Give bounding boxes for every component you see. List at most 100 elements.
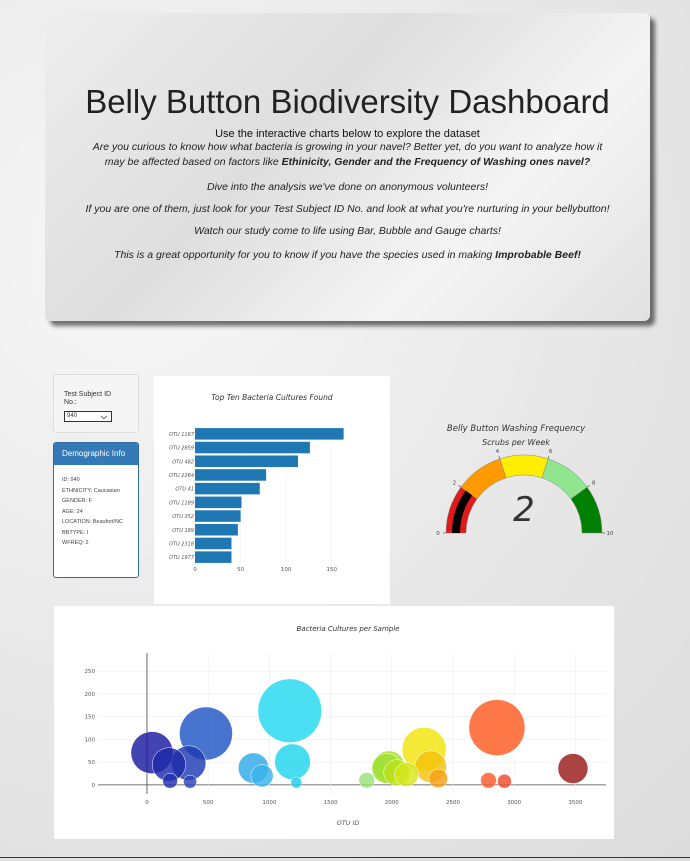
beef-bold: Improbable Beef! [495,249,581,261]
bar-category-label: OTU 352 [172,514,194,520]
bubble-point [162,773,178,789]
bubble-x-tick-label: 3000 [507,800,521,806]
bar-category-label: OTU 1167 [169,432,195,438]
gauge-chart: Belly Button Washing Frequency Scrubs pe… [436,424,614,537]
bar-chart: Top Ten Bacteria Cultures Found 0 50 100 15… [169,393,344,573]
bubble-y-tick-label: 200 [85,692,96,698]
demo-gender: GENDER: F [62,498,92,504]
bubble-y-tick-label: 50 [88,760,95,766]
demo-age: AGE: 24 [62,508,83,515]
bar-category-label: OTU 41 [175,487,194,493]
bar-x-tick-label: 150 [327,567,338,573]
bubble-point [497,773,512,789]
gauge-tick-label: 0 [436,531,440,537]
subject-id-value: 940 [67,413,78,419]
dive-paragraph: Dive into the analysis we've done on ano… [206,181,488,193]
bar-category-label: OTU 1189 [169,500,194,506]
demo-id: ID: 940 [62,477,80,483]
bar-category-label: OTU 1977 [169,555,195,561]
gauge-band [499,454,549,479]
gauge-subtitle: Scrubs per Week [482,438,550,447]
bottom-divider [0,857,690,858]
gauge-value: 2 [513,490,535,530]
beef-text: This is a great opportunity for you to k… [114,249,496,261]
gauge-tick [547,455,550,459]
subject-paragraph: If you are one of them, just look for yo… [85,203,610,215]
bar-category-label: OTU 482 [172,459,194,465]
bubble-x-tick-label: 1500 [324,800,338,806]
bubble-chart-card: Bacteria Cultures per Sample OTU ID 0 50 1… [54,606,614,839]
demographic-list: ID: 940 ETHNICITY: Caucasian GENDER: F A… [54,465,138,547]
gauge-tick-label: 4 [496,449,500,455]
page-title: Belly Button Biodiversity Dashboard [85,83,610,120]
gauge-tick-label: 6 [549,449,553,455]
bubble-y-tick-label: 250 [85,669,96,675]
bubble-point [428,768,448,789]
bar-x-tick-label: 100 [281,567,292,573]
gauge-tick [458,485,462,488]
gauge-title: Belly Button Washing Frequency [447,424,586,434]
bubble-x-tick-label: 1000 [262,800,276,806]
bubble-point [358,772,375,789]
bar-chart-card: Top Ten Bacteria Cultures Found 0 50 100 15… [154,376,390,604]
bar [195,441,310,454]
bubble-x-tick-label: 500 [203,800,214,806]
subject-id-label: Test Subject ID No.: [64,391,112,406]
bubble-y-tick-label: 100 [85,737,96,743]
gauge-tick-label: 10 [607,531,614,537]
bubble-chart: Bacteria Cultures per Sample OTU ID 0 50 1… [85,625,606,827]
header-jumbotron: Belly Button Biodiversity Dashboard Use … [45,13,650,321]
chevron-down-icon: ⌵ [100,412,107,421]
bar-category-label: OTU 2859 [169,446,194,452]
page-subtitle: Use the interactive charts below to expl… [215,128,480,140]
intro-line-2-bold: Ethinicity, Gender and the Frequency of … [281,156,591,168]
bubble-point [183,774,197,789]
bubble-point [480,772,497,789]
bar-category-label: OTU 2318 [169,541,194,547]
bubble-point [250,764,274,788]
bubble-point [394,762,419,787]
demographic-title: Demographic Info [54,443,138,465]
bubble-x-axis-label: OTU ID [337,819,360,827]
charts-paragraph: Watch our study come to life using Bar, … [194,225,501,237]
bar [195,482,260,495]
bubble-y-tick-label: 0 [92,783,96,789]
intro-line-1: Are you curious to know how what bacteri… [92,141,603,153]
bar-x-tick-label: 0 [193,567,197,573]
bar [195,469,267,481]
demographic-panel: Demographic Info ID: 940 ETHNICITY: Cauc… [53,442,139,578]
intro-line-2: may be affected based on factors like [104,156,282,168]
bubble-point [557,753,589,784]
gauge-tick [498,455,501,459]
demo-ethnicity: ETHNICITY: Caucasian [62,487,120,494]
bar-x-tick-label: 50 [237,567,244,573]
bar [195,523,238,536]
bubble-x-tick-label: 2500 [446,800,460,806]
bubble-point [290,776,303,789]
bar-category-label: OTU 189 [172,528,194,534]
bar [195,551,232,563]
bubble-x-tick-label: 2000 [385,800,399,806]
gauge-chart-card: Belly Button Washing Frequency Scrubs pe… [405,376,618,604]
gauge-tick-label: 2 [453,480,457,486]
bar [195,428,344,440]
bubble-y-tick-label: 150 [85,715,96,721]
bar [195,455,299,468]
subject-selector-panel: Test Subject ID No.: 940 ⌵ [53,374,139,433]
bar-chart-title: Top Ten Bacteria Cultures Found [211,393,333,402]
bar-category-label: OTU 2264 [169,473,194,479]
bar [195,510,241,522]
bubble-chart-title: Bacteria Cultures per Sample [297,625,400,633]
bubble-point [274,743,311,780]
bubble-x-tick-label: 0 [145,800,149,806]
bubble-point [468,699,526,756]
bubble-x-tick-label: 3500 [568,800,582,806]
beef-paragraph: This is a great opportunity for you to k… [65,248,630,263]
bar [195,496,242,509]
demo-bbtype: BBTYPE: I [62,529,89,536]
demo-location: LOCATION: Beaufort/NC [62,519,124,525]
demo-wfreq: WFREQ: 2 [62,540,89,546]
bubble-point [257,678,322,743]
subject-id-select[interactable]: 940 ⌵ [64,411,112,422]
gauge-tick-label: 8 [592,480,596,486]
